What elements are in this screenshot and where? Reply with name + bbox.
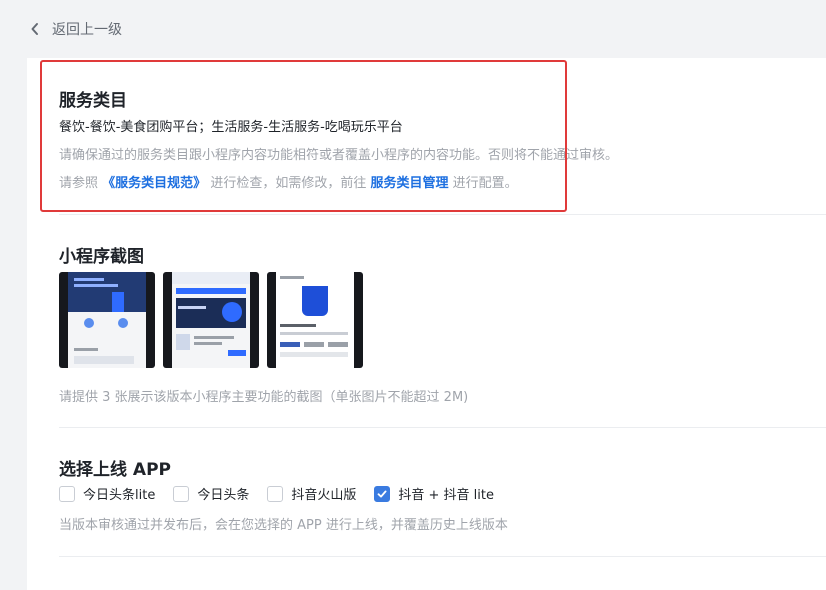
category-manage-link[interactable]: 服务类目管理 xyxy=(370,176,448,191)
reference-prefix: 请参照 xyxy=(59,176,99,191)
service-category-title: 服务类目 xyxy=(59,91,127,111)
screenshot-thumbnail[interactable] xyxy=(267,272,363,368)
checkbox[interactable] xyxy=(173,485,190,502)
section-divider xyxy=(59,556,826,557)
screenshots-title: 小程序截图 xyxy=(59,247,144,267)
app-option-label: 今日头条 xyxy=(197,488,250,503)
checkbox[interactable] xyxy=(267,485,284,502)
screenshot-list xyxy=(59,272,363,368)
apps-hint: 当版本审核通过并发布后，会在您选择的 APP 进行上线，并覆盖历史上线版本 xyxy=(59,518,508,533)
checkbox[interactable] xyxy=(59,485,75,502)
app-checkbox-group: 今日头条lite 今日头条 抖音火山版 抖音 + 抖音 lite xyxy=(59,484,512,503)
app-option[interactable]: 抖音 + 抖音 lite xyxy=(374,484,494,503)
screenshots-hint: 请提供 3 张展示该版本小程序主要功能的截图（单张图片不能超过 2M) xyxy=(59,390,469,405)
back-link[interactable]: 返回上一级 xyxy=(30,18,122,40)
screenshot-thumbnail[interactable] xyxy=(163,272,259,368)
category-spec-link[interactable]: 《服务类目规范》 xyxy=(102,176,206,191)
screenshot-thumbnail[interactable] xyxy=(59,272,155,368)
screenshot-screen xyxy=(68,272,146,368)
app-option-label: 今日头条lite xyxy=(83,488,156,503)
screenshot-screen xyxy=(276,272,354,368)
page: 返回上一级 服务类目 餐饮-餐饮-美食团购平台；生活服务-生活服务-吃喝玩乐平台… xyxy=(0,0,826,590)
checkbox-checked[interactable] xyxy=(374,485,391,502)
service-category-values: 餐饮-餐饮-美食团购平台；生活服务-生活服务-吃喝玩乐平台 xyxy=(59,120,403,135)
reference-suffix: 进行配置。 xyxy=(452,176,518,191)
check-icon xyxy=(377,490,387,497)
app-option[interactable]: 抖音火山版 xyxy=(267,484,356,503)
app-option-label: 抖音火山版 xyxy=(291,488,357,503)
section-divider xyxy=(59,427,826,428)
service-category-warning: 请确保通过的服务类目跟小程序内容功能相符或者覆盖小程序的内容功能。否则将不能通过… xyxy=(59,148,619,163)
app-option[interactable]: 今日头条 xyxy=(173,484,249,503)
content-panel: 服务类目 餐饮-餐饮-美食团购平台；生活服务-生活服务-吃喝玩乐平台 请确保通过… xyxy=(27,58,826,590)
app-option[interactable]: 今日头条lite xyxy=(59,484,155,503)
screenshot-screen xyxy=(172,272,250,368)
reference-middle: 进行检查，如需修改，前往 xyxy=(210,176,367,191)
chevron-left-icon xyxy=(31,23,38,35)
apps-title: 选择上线 APP xyxy=(59,460,171,480)
back-label: 返回上一级 xyxy=(52,22,122,38)
service-category-reference: 请参照 《服务类目规范》 进行检查，如需修改，前往 服务类目管理 进行配置。 xyxy=(59,172,518,191)
section-divider xyxy=(59,214,826,215)
app-option-label: 抖音 + 抖音 lite xyxy=(398,488,494,503)
